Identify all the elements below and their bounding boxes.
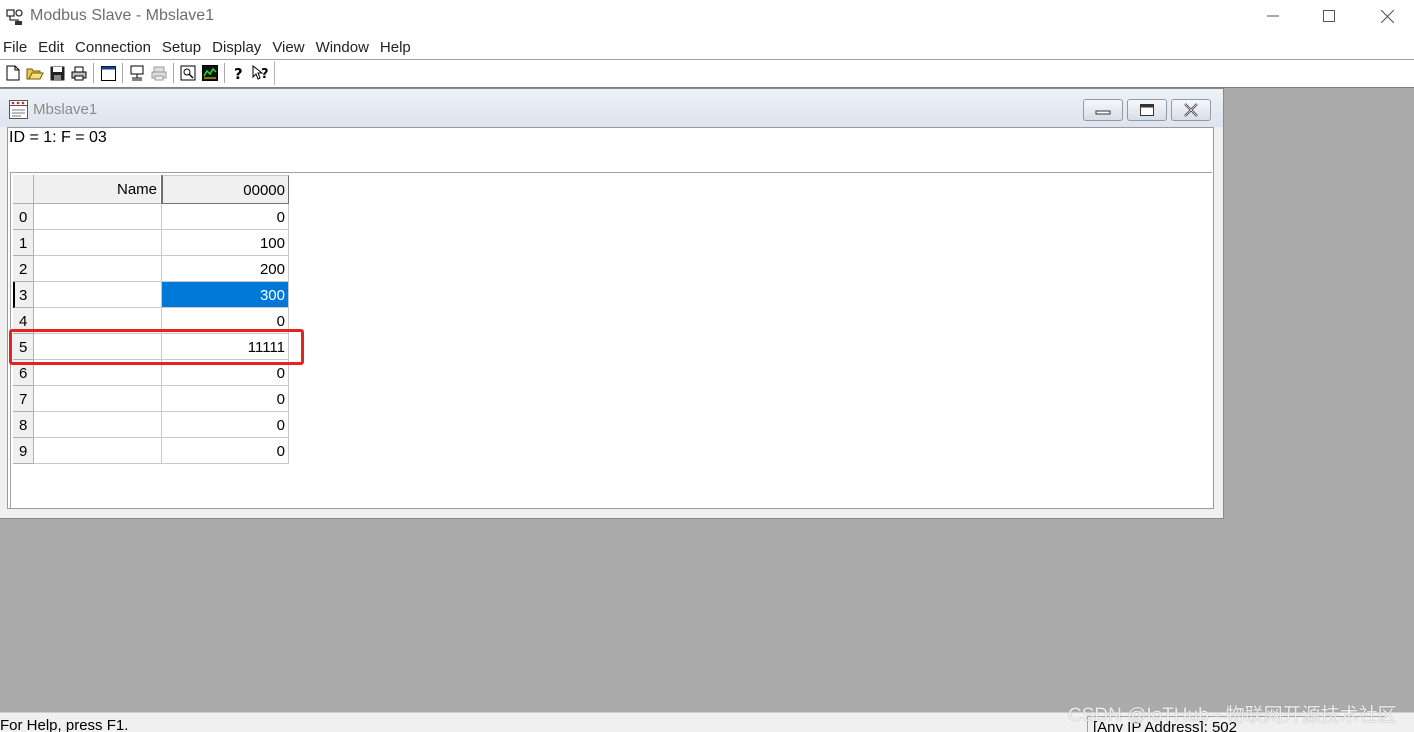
register-value-cell[interactable]: 200 bbox=[162, 256, 289, 282]
child-client-area: ID = 1: F = 03 Name 00000 0 0 1 100 2 20… bbox=[7, 127, 1214, 509]
register-value-cell-selected[interactable]: 300 bbox=[162, 282, 289, 308]
menu-edit[interactable]: Edit bbox=[34, 36, 71, 58]
status-help-text: For Help, press F1. bbox=[0, 717, 129, 732]
menu-window[interactable]: Window bbox=[312, 36, 376, 58]
help-button[interactable]: ? bbox=[228, 62, 250, 84]
menu-view[interactable]: View bbox=[268, 36, 311, 58]
watermark: CSDN @IoTHub - 物联网开源技术社区 bbox=[1068, 705, 1397, 726]
toolbar-separator bbox=[224, 63, 225, 83]
svg-text:?: ? bbox=[261, 67, 269, 81]
menu-help[interactable]: Help bbox=[376, 36, 418, 58]
menu-file[interactable]: File bbox=[0, 36, 34, 58]
save-icon bbox=[50, 66, 64, 80]
traffic-icon bbox=[202, 65, 218, 81]
register-name-cell[interactable] bbox=[34, 282, 162, 308]
disconnect-button[interactable] bbox=[148, 62, 170, 84]
register-name-cell[interactable] bbox=[34, 438, 162, 464]
close-icon bbox=[1184, 103, 1198, 117]
new-icon bbox=[6, 65, 20, 81]
modbus-app-icon bbox=[6, 9, 23, 25]
register-name-cell[interactable] bbox=[34, 204, 162, 230]
minimize-button[interactable] bbox=[1244, 0, 1302, 32]
new-window-button[interactable] bbox=[97, 62, 119, 84]
menu-bar: File Edit Connection Setup Display View … bbox=[0, 36, 1414, 60]
slave-id-header: ID = 1: F = 03 bbox=[9, 129, 107, 146]
grid-corner[interactable] bbox=[13, 175, 34, 204]
child-close-button[interactable] bbox=[1171, 99, 1211, 121]
maximize-icon bbox=[1323, 10, 1335, 22]
register-value-cell[interactable]: 0 bbox=[162, 412, 289, 438]
context-help-button[interactable]: ? bbox=[250, 62, 272, 84]
child-title: Mbslave1 bbox=[33, 101, 98, 118]
close-icon bbox=[1380, 9, 1394, 23]
register-name-cell[interactable] bbox=[34, 256, 162, 282]
column-header-name[interactable]: Name bbox=[34, 175, 162, 204]
print-button[interactable] bbox=[68, 62, 90, 84]
row-index[interactable]: 1 bbox=[13, 230, 34, 256]
traffic-button[interactable] bbox=[199, 62, 221, 84]
child-minimize-button[interactable] bbox=[1083, 99, 1123, 121]
row-index[interactable]: 0 bbox=[13, 204, 34, 230]
menu-connection[interactable]: Connection bbox=[71, 36, 158, 58]
window-icon bbox=[100, 65, 116, 81]
context-help-icon: ? bbox=[252, 65, 269, 81]
row-index[interactable]: 2 bbox=[13, 256, 34, 282]
menu-display[interactable]: Display bbox=[208, 36, 268, 58]
toolbar: ? ? bbox=[2, 61, 275, 85]
register-value-cell[interactable]: 0 bbox=[162, 386, 289, 412]
monitor-icon bbox=[180, 65, 196, 81]
column-header-address[interactable]: 00000 bbox=[162, 175, 289, 204]
toolbar-separator bbox=[93, 63, 94, 83]
row-index[interactable]: 7 bbox=[13, 386, 34, 412]
row-index[interactable]: 3 bbox=[13, 282, 34, 308]
child-titlebar[interactable]: Mbslave1 bbox=[0, 89, 1223, 127]
disconnect-icon bbox=[151, 66, 167, 81]
close-button[interactable] bbox=[1358, 0, 1414, 32]
open-button[interactable] bbox=[24, 62, 46, 84]
register-value-cell[interactable]: 0 bbox=[162, 438, 289, 464]
maximize-button[interactable] bbox=[1300, 0, 1358, 32]
connect-button[interactable] bbox=[126, 62, 148, 84]
row-index[interactable]: 8 bbox=[13, 412, 34, 438]
help-icon: ? bbox=[234, 65, 243, 81]
save-button[interactable] bbox=[46, 62, 68, 84]
slave-doc-icon bbox=[9, 100, 28, 119]
new-button[interactable] bbox=[2, 62, 24, 84]
minimize-icon bbox=[1095, 110, 1111, 115]
mbslave-window[interactable]: Mbslave1 ID = 1: F = 03 Name 00000 0 0 1… bbox=[0, 88, 1224, 519]
annotation-highlight-box bbox=[9, 329, 304, 365]
toolbar-separator bbox=[122, 63, 123, 83]
toolbar-separator bbox=[173, 63, 174, 83]
register-value-cell[interactable]: 100 bbox=[162, 230, 289, 256]
restore-icon bbox=[1140, 104, 1154, 116]
svg-text:?: ? bbox=[234, 65, 243, 81]
register-name-cell[interactable] bbox=[34, 412, 162, 438]
menu-setup[interactable]: Setup bbox=[158, 36, 208, 58]
print-icon bbox=[71, 66, 87, 80]
open-icon bbox=[26, 68, 44, 79]
toolbar-divider bbox=[0, 59, 1414, 60]
register-name-cell[interactable] bbox=[34, 386, 162, 412]
child-restore-button[interactable] bbox=[1127, 99, 1167, 121]
app-title: Modbus Slave - Mbslave1 bbox=[30, 7, 215, 24]
app-titlebar: Modbus Slave - Mbslave1 bbox=[0, 0, 1414, 34]
register-value-cell[interactable]: 0 bbox=[162, 204, 289, 230]
minimize-icon bbox=[1267, 15, 1279, 17]
monitor-button[interactable] bbox=[177, 62, 199, 84]
register-name-cell[interactable] bbox=[34, 230, 162, 256]
connect-icon bbox=[130, 65, 144, 81]
row-index[interactable]: 9 bbox=[13, 438, 34, 464]
